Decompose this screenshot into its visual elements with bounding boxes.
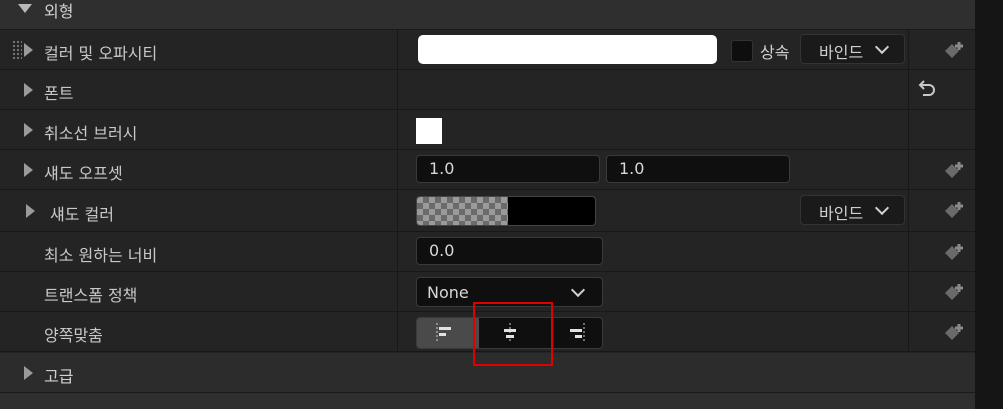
bind-button[interactable]: 바인드 bbox=[800, 34, 905, 64]
property-label: 폰트 bbox=[44, 84, 74, 103]
align-left-icon bbox=[436, 323, 451, 343]
add-keyframe-icon[interactable] bbox=[943, 282, 965, 304]
highlight-box bbox=[473, 302, 553, 366]
add-keyframe-icon[interactable] bbox=[943, 160, 965, 182]
add-keyframe-icon[interactable] bbox=[943, 40, 965, 62]
expand-arrow-icon[interactable] bbox=[24, 83, 33, 97]
details-panel: 외형 컬러 및 오파시티 상속 바인드 폰트 취소선 브러시 섀도 오프셋 1.… bbox=[0, 0, 975, 409]
expand-arrow-icon[interactable] bbox=[24, 43, 33, 57]
property-label: 양쪽맞춤 bbox=[44, 326, 103, 345]
collapse-triangle-icon[interactable] bbox=[18, 4, 32, 13]
section-title: 외형 bbox=[44, 2, 74, 21]
min-width-input[interactable]: 0.0 bbox=[416, 237, 603, 265]
expand-arrow-icon[interactable] bbox=[24, 123, 33, 137]
expand-arrow-icon[interactable] bbox=[24, 366, 33, 380]
shadow-offset-y-input[interactable]: 1.0 bbox=[606, 155, 790, 183]
expand-arrow-icon[interactable] bbox=[26, 204, 35, 218]
shadow-offset-x-input[interactable]: 1.0 bbox=[416, 155, 600, 183]
chevron-down-icon bbox=[874, 39, 890, 55]
add-keyframe-icon[interactable] bbox=[943, 322, 965, 344]
add-keyframe-icon[interactable] bbox=[943, 242, 965, 264]
property-label: 섀도 컬러 bbox=[50, 205, 114, 224]
bind-button[interactable]: 바인드 bbox=[800, 195, 905, 225]
add-keyframe-icon[interactable] bbox=[943, 200, 965, 222]
inherit-checkbox[interactable] bbox=[731, 40, 753, 62]
scrollbar-track[interactable] bbox=[975, 0, 1003, 409]
brush-color-swatch[interactable] bbox=[416, 118, 442, 144]
section-title: 고급 bbox=[44, 367, 74, 386]
bind-label: 바인드 bbox=[819, 43, 864, 62]
row-min-width: 최소 원하는 너비 0.0 bbox=[0, 232, 975, 272]
section-appearance-header[interactable]: 외형 bbox=[0, 0, 975, 30]
expand-arrow-icon[interactable] bbox=[24, 163, 33, 177]
align-left-button[interactable] bbox=[417, 318, 479, 348]
row-color-opacity: 컬러 및 오파시티 상속 바인드 bbox=[0, 30, 975, 70]
dropdown-value: None bbox=[427, 283, 469, 302]
color-swatch[interactable] bbox=[418, 35, 717, 64]
row-font: 폰트 bbox=[0, 70, 975, 110]
row-strike-brush: 취소선 브러시 bbox=[0, 110, 975, 150]
drag-handle-icon[interactable] bbox=[12, 40, 22, 60]
chevron-down-icon bbox=[570, 282, 586, 298]
property-label: 최소 원하는 너비 bbox=[44, 246, 158, 265]
property-label: 취소선 브러시 bbox=[44, 124, 138, 143]
bind-label: 바인드 bbox=[819, 204, 864, 223]
reset-arrow-icon[interactable] bbox=[915, 78, 937, 100]
property-label: 섀도 오프셋 bbox=[44, 164, 123, 183]
chevron-down-icon bbox=[874, 200, 890, 216]
row-shadow-color: 섀도 컬러 바인드 bbox=[0, 190, 975, 232]
property-label: 트랜스폼 정책 bbox=[44, 286, 138, 305]
next-section-header[interactable] bbox=[0, 393, 975, 409]
shadow-color-swatch[interactable] bbox=[416, 196, 596, 226]
inherit-label: 상속 bbox=[760, 43, 790, 62]
property-label: 컬러 및 오파시티 bbox=[44, 44, 158, 63]
row-shadow-offset: 섀도 오프셋 1.0 1.0 bbox=[0, 150, 975, 190]
transparency-checker bbox=[417, 197, 508, 225]
